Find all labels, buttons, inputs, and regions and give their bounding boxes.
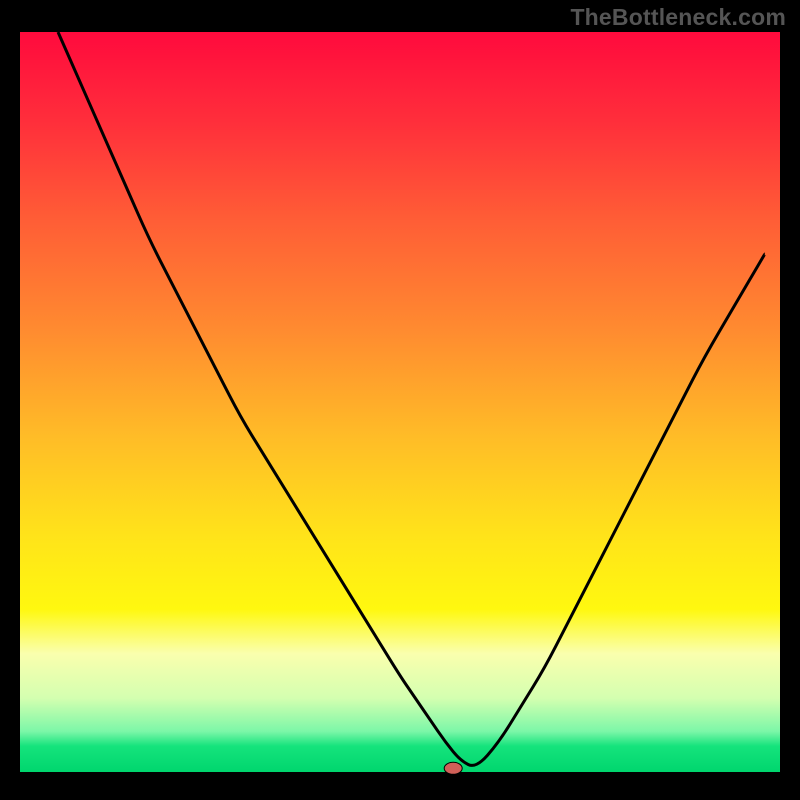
bottleneck-chart — [0, 0, 800, 800]
plot-background-gradient — [20, 32, 780, 772]
minimum-marker — [444, 762, 462, 774]
watermark-text: TheBottleneck.com — [570, 4, 786, 31]
